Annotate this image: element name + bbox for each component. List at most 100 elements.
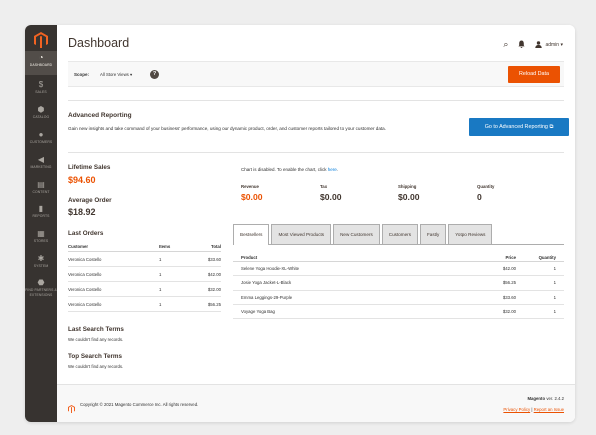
average-order-label: Average Order (68, 197, 112, 204)
column-header-quantity: Quantity (538, 254, 556, 260)
table-row[interactable]: Emma Leggings-29-Purple $33.60 1 (233, 291, 564, 305)
column-header-items: Items (159, 244, 171, 249)
external-link-icon: ⧉ (549, 124, 554, 130)
product-quantity: 1 (553, 309, 556, 315)
order-items: 1 (159, 256, 162, 262)
sidebar-item-label: Stores (33, 239, 49, 243)
total-label: Revenue (241, 184, 259, 189)
advanced-reporting-description: Gain new insights and take command of yo… (68, 126, 387, 131)
product-price: $42.00 (502, 266, 516, 272)
table-row[interactable]: Selene Yoga Hoodie-XL-White $42.00 1 (233, 262, 564, 277)
total-value: $0.00 (398, 192, 420, 202)
column-header-product: Product (241, 254, 258, 260)
sidebar-item-label: Dashboard (29, 63, 53, 67)
column-header-price: Price (505, 254, 516, 260)
product-quantity: 1 (553, 280, 556, 286)
footer-links: Privacy Policy | Report an Issue (503, 407, 564, 412)
product-price: $33.60 (502, 294, 516, 300)
total-tax: Tax $0.00 (320, 184, 342, 202)
admin-user-menu[interactable]: admin ▾ (545, 42, 563, 48)
sidebar-item-label: Find Partners & Extensions (25, 288, 57, 297)
tab-yotpo-reviews[interactable]: Yotpo Reviews (448, 224, 493, 244)
table-header: Customer Items Total (68, 242, 221, 252)
product-price: $56.25 (502, 280, 516, 286)
sidebar-item-find-partners-extensions[interactable]: ⬣ Find Partners & Extensions (25, 276, 57, 306)
dashboard-tabs: Bestsellers Most Viewed Products New Cus… (233, 224, 564, 245)
megaphone-icon: ◀ (37, 155, 45, 164)
sidebar-item-label: Catalog (32, 115, 50, 119)
last-search-terms-title: Last Search Terms (68, 326, 124, 333)
table-row[interactable]: Voyage Yoga Bag $32.00 1 (233, 305, 564, 320)
sidebar-item-stores[interactable]: ▦ Stores (25, 227, 57, 251)
tab-customers[interactable]: Customers (381, 224, 418, 244)
stores-icon: ▦ (37, 229, 45, 238)
sidebar-item-catalog[interactable]: ⬢ Catalog (25, 103, 57, 127)
tab-fastly[interactable]: Fastly (420, 224, 447, 244)
bell-icon[interactable] (518, 40, 526, 50)
tab-most-viewed-products[interactable]: Most Viewed Products (271, 224, 332, 244)
sidebar-item-label: Content (32, 190, 50, 194)
column-header-customer: Customer (68, 244, 89, 249)
total-value: $0.00 (241, 192, 263, 202)
product-name: Josie Yoga Jacket-L-Black (241, 280, 292, 286)
total-shipping: Shipping $0.00 (398, 184, 420, 202)
sidebar-item-label: Customers (29, 140, 53, 144)
table-header: Product Price Quantity (233, 253, 564, 262)
user-icon[interactable] (535, 40, 543, 50)
sidebar-item-label: Marketing (30, 165, 52, 169)
reload-data-button[interactable]: Reload Data (508, 66, 560, 83)
order-items: 1 (159, 286, 162, 292)
divider (68, 152, 564, 153)
order-customer: Veronica Costello (68, 256, 102, 262)
order-total: $56.25 (207, 301, 221, 307)
total-revenue: Revenue $0.00 (241, 184, 263, 202)
sidebar-item-system[interactable]: ✱ System (25, 252, 57, 276)
sidebar-item-dashboard[interactable]: ◔ Dashboard (25, 51, 57, 75)
sidebar-item-sales[interactable]: $ Sales (25, 78, 57, 102)
chart-disabled-message: Chart is disabled. To enable the chart, … (241, 167, 338, 172)
table-row[interactable]: Veronica Costello 1 $32.00 (68, 282, 221, 297)
sidebar-item-customers[interactable]: ● Customers (25, 128, 57, 152)
advanced-reporting-title: Advanced Reporting (68, 112, 132, 119)
sidebar-item-content[interactable]: ▤ Content (25, 178, 57, 202)
gear-icon: ✱ (37, 254, 45, 263)
sidebar-item-label: Reports (32, 214, 50, 218)
customers-icon: ● (38, 130, 44, 139)
enable-chart-link[interactable]: here (328, 167, 337, 172)
magento-logo-icon[interactable] (34, 32, 48, 48)
top-search-empty-message: We couldn't find any records. (68, 364, 124, 369)
report-issue-link[interactable]: Report an Issue (534, 407, 564, 412)
reports-icon: ▮ (38, 204, 44, 213)
column-header-total: Total (211, 244, 221, 249)
table-row[interactable]: Veronica Costello 1 $33.60 (68, 252, 221, 267)
table-row[interactable]: Josie Yoga Jacket-L-Black $56.25 1 (233, 276, 564, 291)
scope-switcher[interactable]: All Store Views ▾ (100, 72, 132, 78)
dashboard-icon: ◔ (38, 53, 44, 62)
last-orders-table: Customer Items Total Veronica Costello 1… (68, 242, 221, 312)
privacy-policy-link[interactable]: Privacy Policy (503, 407, 530, 412)
last-search-empty-message: We couldn't find any records. (68, 337, 124, 342)
help-icon[interactable]: ? (150, 70, 159, 79)
version-info: Magento ver. 2.4.2 (527, 396, 564, 401)
total-label: Shipping (398, 184, 417, 189)
table-row[interactable]: Veronica Costello 1 $42.00 (68, 267, 221, 282)
table-row[interactable]: Veronica Costello 1 $56.25 (68, 297, 221, 312)
magento-logo-icon (68, 400, 75, 414)
divider (68, 100, 564, 101)
search-icon[interactable]: ⌕ (503, 39, 508, 50)
order-customer: Veronica Costello (68, 301, 102, 307)
chevron-down-icon: ▾ (130, 72, 133, 77)
scope-label: Scope: (74, 72, 90, 77)
header-actions: ⌕ admin ▾ (493, 39, 563, 50)
top-search-terms-title: Top Search Terms (68, 353, 123, 360)
tab-bestsellers[interactable]: Bestsellers (233, 224, 270, 245)
order-total: $32.00 (207, 286, 221, 292)
sidebar-item-marketing[interactable]: ◀ Marketing (25, 153, 57, 177)
lifetime-sales-label: Lifetime Sales (68, 164, 111, 171)
dollar-icon: $ (38, 80, 44, 89)
tab-new-customers[interactable]: New Customers (333, 224, 380, 244)
sidebar-item-reports[interactable]: ▮ Reports (25, 202, 57, 226)
order-items: 1 (159, 271, 162, 277)
order-total: $33.60 (207, 256, 221, 262)
go-to-advanced-reporting-button[interactable]: Go to Advanced Reporting ⧉ (469, 118, 569, 136)
